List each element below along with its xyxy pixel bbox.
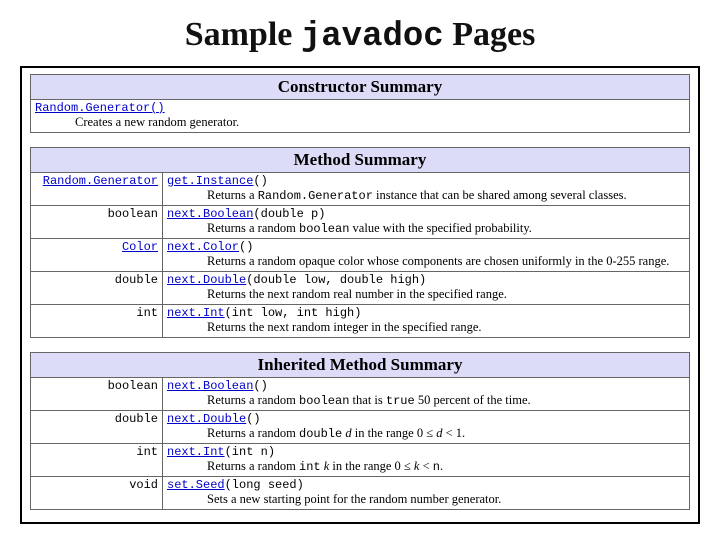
return-type-link[interactable]: Color — [122, 240, 158, 254]
method-link[interactable]: next.Double — [167, 412, 246, 426]
return-type-link[interactable]: Random.Generator — [43, 174, 158, 188]
method-link[interactable]: next.Int — [167, 306, 225, 320]
method-link[interactable]: get.Instance — [167, 174, 253, 188]
constructor-summary-table: Constructor Summary Random.Generator() C… — [30, 74, 690, 133]
return-type: boolean — [108, 207, 158, 221]
method-desc: Returns a random opaque color whose comp… — [167, 254, 685, 269]
method-desc: Sets a new starting point for the random… — [167, 492, 685, 507]
slide: Sample javadoc Pages Constructor Summary… — [0, 0, 720, 540]
constructor-summary-heading: Constructor Summary — [31, 75, 690, 100]
method-summary-table: Method Summary Random.Generator get.Inst… — [30, 147, 690, 338]
title-suffix: Pages — [444, 16, 536, 53]
method-row: boolean next.Boolean(double p) Returns a… — [31, 206, 690, 239]
method-args: () — [246, 412, 260, 426]
constructor-row: Random.Generator() Creates a new random … — [31, 100, 690, 133]
method-row: double next.Double(double low, double hi… — [31, 272, 690, 305]
return-type: double — [115, 273, 158, 287]
method-desc: Returns the next random real number in t… — [167, 287, 685, 302]
method-link[interactable]: next.Boolean — [167, 207, 253, 221]
method-row: int next.Int(int low, int high) Returns … — [31, 305, 690, 338]
inherited-row: boolean next.Boolean() Returns a random … — [31, 378, 690, 411]
method-desc: Returns a random double d in the range 0… — [167, 426, 685, 441]
method-args: () — [253, 174, 267, 188]
method-args: (int n) — [225, 445, 275, 459]
method-link[interactable]: next.Color — [167, 240, 239, 254]
return-type: int — [136, 306, 158, 320]
return-type: double — [115, 412, 158, 426]
constructor-link[interactable]: Random.Generator() — [35, 101, 165, 115]
method-args: (int low, int high) — [225, 306, 362, 320]
title-prefix: Sample — [185, 16, 301, 53]
inherited-row: double next.Double() Returns a random do… — [31, 411, 690, 444]
inherited-summary-heading: Inherited Method Summary — [31, 353, 690, 378]
method-desc: Returns the next random integer in the s… — [167, 320, 685, 335]
method-link[interactable]: set.Seed — [167, 478, 225, 492]
constructor-desc: Creates a new random generator. — [35, 115, 685, 130]
inherited-row: int next.Int(int n) Returns a random int… — [31, 444, 690, 477]
method-desc: Returns a random boolean value with the … — [167, 221, 685, 236]
method-args: () — [253, 379, 267, 393]
method-link[interactable]: next.Double — [167, 273, 246, 287]
method-summary-heading: Method Summary — [31, 148, 690, 173]
title-javadoc: javadoc — [301, 18, 444, 56]
inherited-row: void set.Seed(long seed) Sets a new star… — [31, 477, 690, 510]
inherited-method-summary-table: Inherited Method Summary boolean next.Bo… — [30, 352, 690, 510]
method-args: () — [239, 240, 253, 254]
page-title: Sample javadoc Pages — [20, 16, 700, 56]
method-link[interactable]: next.Boolean — [167, 379, 253, 393]
content-box: Constructor Summary Random.Generator() C… — [20, 66, 700, 524]
method-desc: Returns a random boolean that is true 50… — [167, 393, 685, 408]
method-args: (long seed) — [225, 478, 304, 492]
method-row: Random.Generator get.Instance() Returns … — [31, 173, 690, 206]
method-desc: Returns a random int k in the range 0 ≤ … — [167, 459, 685, 474]
return-type: boolean — [108, 379, 158, 393]
method-link[interactable]: next.Int — [167, 445, 225, 459]
method-desc: Returns a Random.Generator instance that… — [167, 188, 685, 203]
method-row: Color next.Color() Returns a random opaq… — [31, 239, 690, 272]
method-args: (double p) — [253, 207, 325, 221]
return-type: int — [136, 445, 158, 459]
method-args: (double low, double high) — [246, 273, 426, 287]
return-type: void — [129, 478, 158, 492]
